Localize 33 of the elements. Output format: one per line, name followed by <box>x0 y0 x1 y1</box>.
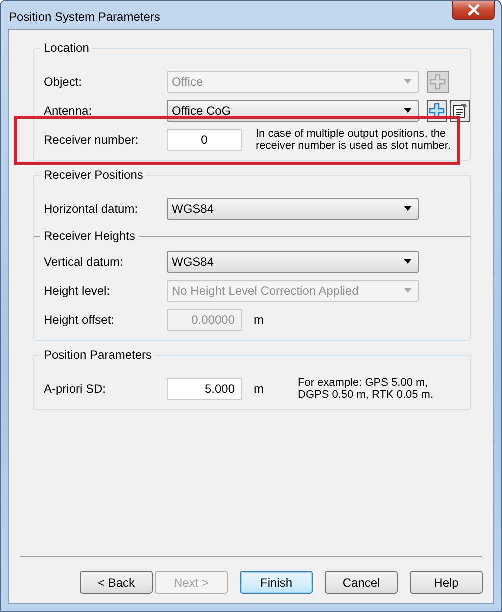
field-label: Object: <box>44 74 84 90</box>
field-label: Height offset: <box>44 312 116 328</box>
field-label: Horizontal datum: <box>44 200 140 218</box>
unit-label: m <box>254 380 264 398</box>
field-label: Height level: <box>44 282 112 300</box>
close-icon <box>466 4 480 16</box>
plus-icon <box>430 74 446 90</box>
caret-icon <box>404 79 412 84</box>
plus-icon <box>429 102 445 118</box>
field-label: Vertical datum: <box>44 254 124 270</box>
window-title: Position System Parameters <box>9 9 160 26</box>
number-field[interactable]: 0 <box>167 128 242 150</box>
number-field[interactable]: 5.000 <box>167 378 242 400</box>
caret-icon <box>404 259 412 264</box>
wizard-button[interactable]: Cancel <box>325 571 398 594</box>
caret-icon <box>404 108 412 113</box>
caret-icon <box>404 288 412 293</box>
unit-label: m <box>254 312 264 328</box>
group-title: Receiver Heights <box>43 228 136 245</box>
dropdown[interactable]: WGS84 <box>167 250 419 272</box>
wizard-button[interactable]: Help <box>410 571 483 594</box>
wizard-button[interactable]: Finish <box>240 571 313 594</box>
hint-text: In case of multiple output positions, the receiver number is used as slot number. <box>256 128 452 152</box>
close-button[interactable] <box>452 1 495 20</box>
properties-button[interactable] <box>450 100 470 122</box>
wizard-button[interactable]: < Back <box>80 571 153 594</box>
field-label: A-priori SD: <box>44 380 108 398</box>
field-label: Antenna: <box>44 102 94 120</box>
caret-icon <box>404 206 412 211</box>
hint-text: For example: GPS 5.00 m, DGPS 0.50 m, RTK 0.05 m. <box>298 376 435 400</box>
properties-icon <box>452 102 468 118</box>
dropdown[interactable]: WGS84 <box>167 198 419 220</box>
field-label: Receiver number: <box>44 132 140 148</box>
